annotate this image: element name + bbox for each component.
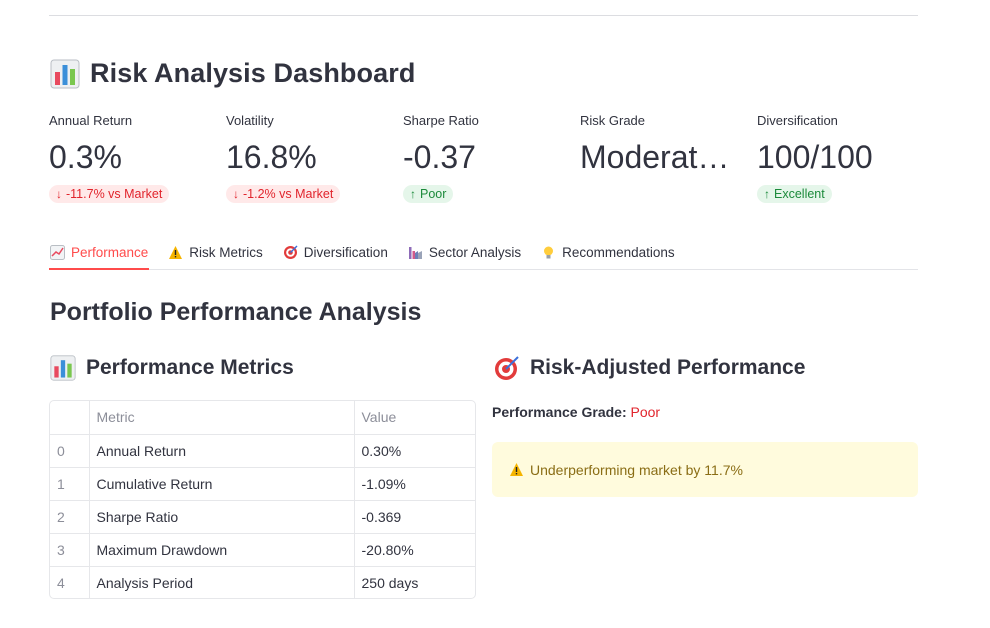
page-title: Risk Analysis Dashboard [90, 58, 416, 88]
cell-metric: Analysis Period [89, 566, 355, 598]
metric-label: Volatility [226, 113, 274, 128]
performance-grade: Performance Grade: Poor [492, 404, 660, 420]
cell-metric: Cumulative Return [89, 467, 355, 501]
metric-delta: ↑ Poor [403, 185, 454, 203]
metric-label: Annual Return [49, 113, 133, 128]
row-index: 3 [50, 533, 90, 567]
tab-recommendations[interactable]: Recommendations [540, 236, 676, 269]
lightbulb-icon [541, 245, 556, 260]
target-icon [283, 245, 298, 260]
metric-value: Moderat… [580, 139, 730, 175]
metric-value: 16.8% [226, 139, 317, 175]
risk-adjusted-header: Risk-Adjusted Performance [494, 355, 805, 381]
bar-chart-icon [50, 59, 80, 89]
arrow-down-icon: ↓ [56, 187, 62, 201]
metric-sharpe-ratio: Sharpe Ratio -0.37 ↑ Poor [403, 113, 573, 203]
cell-value: -1.09% [354, 467, 475, 501]
tab-performance[interactable]: Performance [49, 236, 150, 270]
table-row: 3 Maximum Drawdown -20.80% [50, 533, 475, 567]
cell-metric: Annual Return [89, 434, 355, 468]
performance-metrics-table: Metric Value 0 Annual Return 0.30% 1 Cum… [49, 400, 476, 599]
metrics-row: Annual Return 0.3% ↓ -11.7% vs Market Vo… [49, 113, 929, 213]
metric-delta: ↑ Excellent [757, 185, 832, 203]
row-index: 4 [50, 566, 90, 598]
tab-risk-metrics[interactable]: Risk Metrics [167, 236, 264, 269]
metric-value: 100/100 [757, 139, 873, 175]
warning-alert: Underperforming market by 11.7% [492, 442, 918, 497]
cell-value: -0.369 [354, 500, 475, 534]
table-row: 4 Analysis Period 250 days [50, 566, 475, 598]
factory-icon [408, 245, 423, 260]
line-chart-icon [50, 244, 65, 260]
warning-icon [168, 245, 183, 260]
metric-delta-text: Poor [420, 187, 447, 201]
metric-value: -0.37 [403, 139, 476, 175]
column-header[interactable]: Metric [89, 401, 355, 435]
metric-volatility: Volatility 16.8% ↓ -1.2% vs Market [226, 113, 396, 203]
tab-diversification[interactable]: Diversification [282, 236, 389, 269]
metric-delta: ↓ -11.7% vs Market [49, 185, 170, 203]
metric-label: Risk Grade [580, 113, 646, 128]
metric-delta-text: -11.7% vs Market [66, 187, 163, 201]
table-row: 0 Annual Return 0.30% [50, 434, 475, 468]
performance-metrics-header: Performance Metrics [50, 355, 294, 381]
target-icon [494, 355, 520, 381]
metric-label: Sharpe Ratio [403, 113, 479, 128]
metric-delta-text: -1.2% vs Market [243, 187, 334, 201]
top-divider [49, 15, 918, 16]
warning-text: Underperforming market by 11.7% [530, 461, 743, 478]
cell-value: 0.30% [354, 434, 475, 468]
table-row: 1 Cumulative Return -1.09% [50, 467, 475, 501]
metric-delta-text: Excellent [774, 187, 825, 201]
column-header[interactable]: Value [354, 401, 475, 435]
cell-metric: Maximum Drawdown [89, 533, 355, 567]
arrow-up-icon: ↑ [410, 187, 416, 201]
arrow-up-icon: ↑ [764, 187, 770, 201]
risk-adjusted-title: Risk-Adjusted Performance [530, 356, 806, 379]
section-title: Portfolio Performance Analysis [50, 298, 422, 326]
metric-risk-grade: Risk Grade Moderat… [580, 113, 750, 179]
tab-label: Diversification [303, 245, 388, 260]
tab-sector-analysis[interactable]: Sector Analysis [407, 236, 522, 269]
tab-label: Recommendations [562, 245, 675, 260]
metric-delta: ↓ -1.2% vs Market [226, 185, 341, 203]
table-row: 2 Sharpe Ratio -0.369 [50, 500, 475, 534]
row-index: 2 [50, 500, 90, 534]
arrow-down-icon: ↓ [233, 187, 239, 201]
row-index: 1 [50, 467, 90, 501]
cell-value: -20.80% [354, 533, 475, 567]
warning-icon [509, 462, 524, 477]
row-index: 0 [50, 434, 90, 468]
metric-label: Diversification [757, 113, 838, 128]
tab-label: Sector Analysis [428, 245, 522, 260]
table-header-row: Metric Value [50, 401, 475, 435]
cell-metric: Sharpe Ratio [89, 500, 355, 534]
metric-value: 0.3% [49, 139, 122, 175]
metric-annual-return: Annual Return 0.3% ↓ -11.7% vs Market [49, 113, 219, 203]
grade-label: Performance Grade: [492, 404, 627, 420]
tab-bar: Performance Risk Metrics Diversification… [49, 236, 918, 270]
column-header[interactable] [50, 401, 90, 435]
tab-label: Performance [71, 244, 149, 260]
dashboard-header: Risk Analysis Dashboard [50, 58, 415, 89]
cell-value: 250 days [361, 574, 419, 591]
metric-diversification: Diversification 100/100 ↑ Excellent [757, 113, 927, 203]
bar-chart-icon [50, 355, 76, 381]
tab-label: Risk Metrics [189, 245, 263, 260]
performance-metrics-title: Performance Metrics [86, 356, 294, 379]
grade-value: Poor [630, 404, 661, 420]
